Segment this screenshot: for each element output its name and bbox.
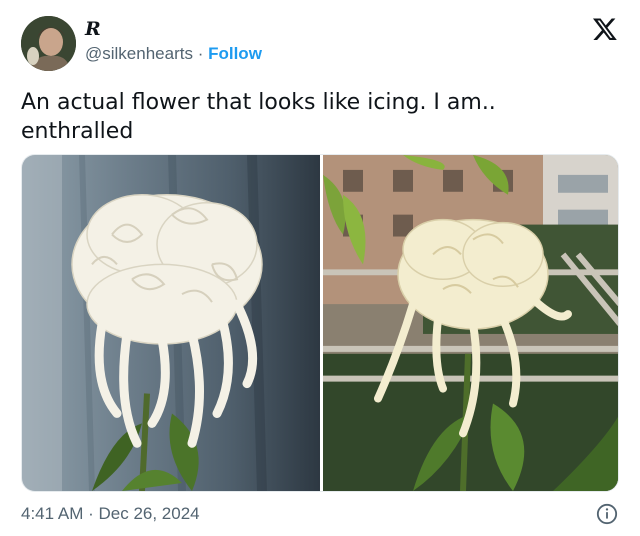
white-chrysanthemum-photo-indoor-icon xyxy=(22,155,320,491)
x-logo-icon[interactable] xyxy=(592,16,618,42)
info-icon[interactable] xyxy=(596,503,618,525)
white-chrysanthemum-photo-balcony-icon xyxy=(323,155,618,491)
media-grid xyxy=(21,154,619,492)
tweet-text: An actual flower that looks like icing. … xyxy=(21,90,496,144)
follow-button[interactable]: Follow xyxy=(208,44,262,63)
post-time[interactable]: 4:41 AM xyxy=(21,504,83,523)
display-name[interactable]: R xyxy=(85,18,101,40)
photo-right[interactable] xyxy=(323,155,618,491)
timestamp-row: 4:41 AM · Dec 26, 2024 xyxy=(21,504,200,524)
handle-row: @silkenhearts · Follow xyxy=(85,44,262,64)
photo-left[interactable] xyxy=(22,155,320,491)
avatar-photo-icon xyxy=(21,16,76,71)
separator-dot: · xyxy=(88,504,99,523)
post-date[interactable]: Dec 26, 2024 xyxy=(99,504,200,523)
avatar[interactable] xyxy=(21,16,76,71)
tweet-card: R @silkenhearts · Follow An actual flowe… xyxy=(0,0,640,536)
user-handle[interactable]: @silkenhearts xyxy=(85,44,193,63)
separator-dot: · xyxy=(197,44,209,63)
